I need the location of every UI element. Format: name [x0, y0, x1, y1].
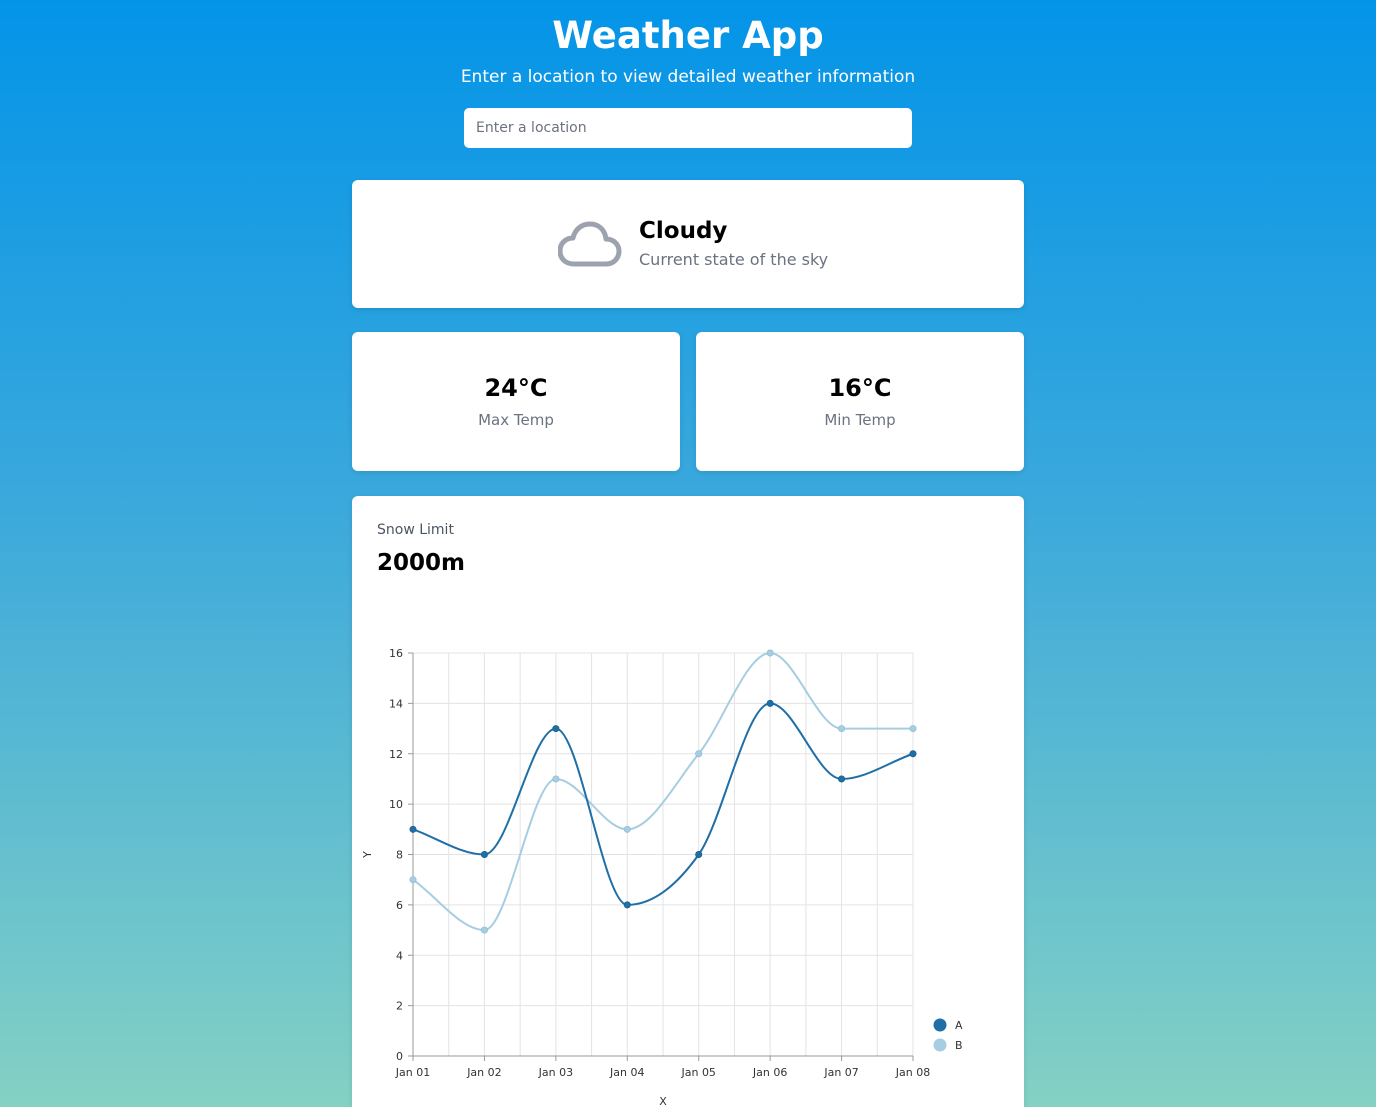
y-tick-label: 0 — [396, 1050, 403, 1063]
data-point-b — [766, 649, 774, 657]
legend-label-a: A — [955, 1019, 963, 1032]
snow-limit-chart: 0 2 4 6 8 10 12 14 16 Jan 01 Jan 02 Jan 03 Jan 04 Jan… — [361, 647, 963, 1107]
data-point-b — [695, 750, 703, 758]
app-title: Weather App — [552, 14, 824, 57]
x-tick-label: Jan 05 — [680, 1066, 715, 1079]
data-point-b — [552, 775, 560, 783]
legend-swatch-b — [933, 1038, 947, 1052]
y-tick-label: 8 — [396, 849, 403, 862]
x-tick-label: Jan 07 — [823, 1066, 858, 1079]
y-axis-title: Y — [361, 851, 374, 859]
data-point-a — [480, 851, 488, 859]
data-point-a — [552, 725, 560, 733]
min-temp-value: 16°C — [828, 374, 892, 402]
x-tick-label: Jan 04 — [609, 1066, 644, 1079]
data-point-b — [838, 725, 846, 733]
data-point-b — [909, 725, 917, 733]
sky-condition: Cloudy — [639, 218, 728, 244]
data-point-a — [838, 775, 846, 783]
data-point-a — [766, 699, 774, 707]
data-point-b — [623, 825, 631, 833]
data-point-a — [695, 851, 703, 859]
data-point-a — [409, 825, 417, 833]
location-search-input[interactable] — [464, 108, 912, 148]
app-subtitle: Enter a location to view detailed weathe… — [460, 67, 916, 87]
y-tick-label: 2 — [396, 1000, 403, 1013]
snow-limit-value: 2000m — [377, 550, 465, 576]
legend-label-b: B — [955, 1039, 963, 1052]
y-tick-label: 4 — [396, 949, 403, 962]
max-temp-value: 24°C — [484, 374, 548, 402]
x-tick-label: Jan 08 — [895, 1066, 930, 1079]
y-tick-label: 6 — [396, 899, 403, 912]
y-tick-label: 12 — [389, 748, 403, 761]
data-point-b — [480, 926, 488, 934]
x-tick-label: Jan 02 — [466, 1066, 501, 1079]
y-tick-label: 14 — [389, 697, 403, 710]
data-point-b — [409, 876, 417, 884]
min-temp-label: Min Temp — [824, 411, 896, 429]
y-tick-label: 16 — [389, 647, 403, 660]
cloud-icon — [558, 221, 622, 267]
data-point-a — [623, 901, 631, 909]
max-temp-label: Max Temp — [478, 411, 554, 429]
y-tick-label: 10 — [389, 798, 403, 811]
x-tick-label: Jan 01 — [395, 1066, 430, 1079]
snow-limit-label: Snow Limit — [377, 522, 454, 538]
x-tick-label: Jan 03 — [538, 1066, 573, 1079]
sky-description: Current state of the sky — [639, 250, 829, 269]
data-point-a — [909, 750, 917, 758]
legend-swatch-a — [933, 1018, 947, 1032]
x-axis-title: X — [659, 1095, 667, 1107]
x-tick-label: Jan 06 — [752, 1066, 787, 1079]
